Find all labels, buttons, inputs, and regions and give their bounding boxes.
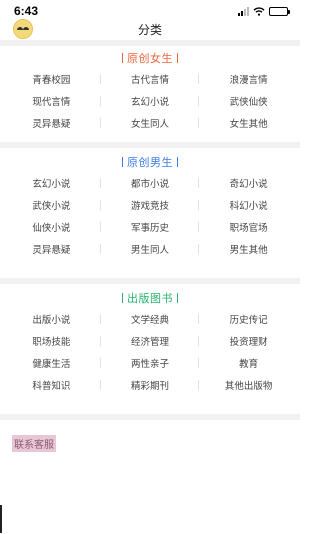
category-item[interactable]: 文学经典 xyxy=(101,308,200,330)
contact-support-link[interactable]: 联系客服 xyxy=(12,435,56,452)
category-item[interactable]: 奇幻小说 xyxy=(199,172,298,194)
header-bar-left xyxy=(122,53,123,63)
header-bar-right xyxy=(177,157,178,167)
section-male-original: 原创男生 玄幻小说 都市小说 奇幻小说武侠小说 游戏竞技 科幻小说仙侠小说 军事历史 职场官… xyxy=(0,152,300,260)
category-item[interactable]: 男生其他 xyxy=(199,238,298,260)
category-item[interactable]: 玄幻小说 xyxy=(101,90,200,112)
nav-bar: 分类 xyxy=(0,18,300,40)
category-item[interactable]: 灵异悬疑 xyxy=(2,112,101,134)
wifi-icon xyxy=(253,6,265,16)
header-bar-left xyxy=(122,293,123,303)
category-item[interactable]: 武侠仙侠 xyxy=(199,90,298,112)
category-item[interactable]: 经济管理 xyxy=(101,330,200,352)
edge-mark xyxy=(0,505,2,533)
category-item[interactable]: 男生同人 xyxy=(101,238,200,260)
category-item[interactable]: 游戏竞技 xyxy=(101,194,200,216)
category-grid: 玄幻小说 都市小说 奇幻小说武侠小说 游戏竞技 科幻小说仙侠小说 军事历史 职场官场灵异悬疑… xyxy=(0,172,300,260)
category-item[interactable]: 出版小说 xyxy=(2,308,101,330)
page-title: 分类 xyxy=(137,22,162,37)
category-item[interactable]: 健康生活 xyxy=(2,352,101,374)
category-item[interactable]: 都市小说 xyxy=(101,172,200,194)
section-title: 原创男生 xyxy=(127,156,173,169)
category-item[interactable]: 精彩期刊 xyxy=(101,374,200,396)
category-item[interactable]: 现代言情 xyxy=(2,90,101,112)
category-item[interactable]: 灵异悬疑 xyxy=(2,238,101,260)
category-grid: 出版小说 文学经典 历史传记职场技能 经济管理 投资理财健康生活 两性亲子 教育科普知识 精彩… xyxy=(0,308,300,396)
category-item[interactable]: 职场官场 xyxy=(199,216,298,238)
section-female-original: 原创女生 青春校园 古代言情 浪漫言情现代言情 玄幻小说 武侠仙侠灵异悬疑 女生同人 女生其… xyxy=(0,48,300,134)
category-item[interactable]: 武侠小说 xyxy=(2,194,101,216)
category-item[interactable]: 古代言情 xyxy=(101,68,200,90)
category-item[interactable]: 科普知识 xyxy=(2,374,101,396)
category-item[interactable]: 其他出版物 xyxy=(199,374,298,396)
category-item[interactable]: 军事历史 xyxy=(101,216,200,238)
section-title: 出版图书 xyxy=(127,292,173,305)
status-time: 6:43 xyxy=(14,4,39,18)
section-divider xyxy=(0,278,300,284)
category-grid: 青春校园 古代言情 浪漫言情现代言情 玄幻小说 武侠仙侠灵异悬疑 女生同人 女生其他 xyxy=(0,68,300,134)
category-item[interactable]: 玄幻小说 xyxy=(2,172,101,194)
category-item[interactable]: 教育 xyxy=(199,352,298,374)
category-item[interactable]: 投资理财 xyxy=(199,330,298,352)
battery-icon xyxy=(269,6,290,16)
section-header: 原创女生 xyxy=(0,48,300,68)
category-item[interactable]: 历史传记 xyxy=(199,308,298,330)
category-item[interactable]: 青春校园 xyxy=(2,68,101,90)
header-bar-right xyxy=(177,293,178,303)
avatar-icon[interactable] xyxy=(13,19,33,39)
status-icons xyxy=(238,6,290,16)
header-bar-left xyxy=(122,157,123,167)
category-item[interactable]: 职场技能 xyxy=(2,330,101,352)
section-divider xyxy=(0,142,300,148)
category-item[interactable]: 女生其他 xyxy=(199,112,298,134)
section-divider xyxy=(0,414,300,420)
section-header: 出版图书 xyxy=(0,288,300,308)
category-item[interactable]: 仙侠小说 xyxy=(2,216,101,238)
category-item[interactable]: 浪漫言情 xyxy=(199,68,298,90)
signal-icon xyxy=(238,6,249,16)
section-title: 原创女生 xyxy=(127,52,173,65)
category-item[interactable]: 女生同人 xyxy=(101,112,200,134)
section-divider xyxy=(0,40,300,46)
section-header: 原创男生 xyxy=(0,152,300,172)
section-published-books: 出版图书 出版小说 文学经典 历史传记职场技能 经济管理 投资理财健康生活 两性亲子 教育科… xyxy=(0,288,300,396)
category-item[interactable]: 两性亲子 xyxy=(101,352,200,374)
category-item[interactable]: 科幻小说 xyxy=(199,194,298,216)
header-bar-right xyxy=(177,53,178,63)
